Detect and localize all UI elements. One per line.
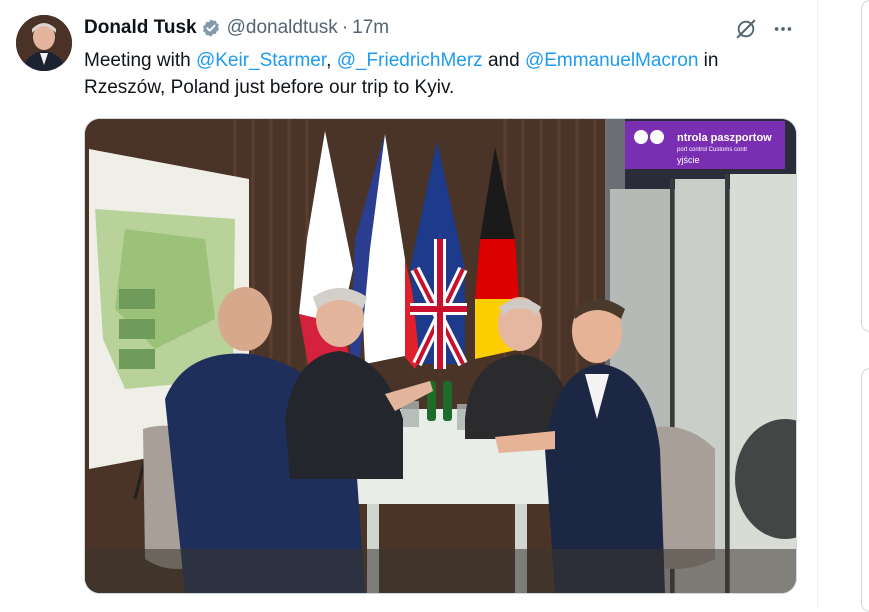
tweet-text-part: , <box>326 50 337 71</box>
sidebar-card-edge <box>861 0 869 332</box>
avatar[interactable] <box>16 15 72 71</box>
sign-text-3: yjście <box>677 155 700 165</box>
timeline-divider <box>817 0 818 610</box>
tweet-photo[interactable]: ntrola paszportow port control Customs c… <box>84 118 797 594</box>
author-handle[interactable]: @donaldtusk <box>227 17 338 39</box>
mention-link[interactable]: @Keir_Starmer <box>196 50 326 71</box>
tweet-header: Donald Tusk @donaldtusk · 17m <box>84 16 389 40</box>
mention-link[interactable]: @_FriedrichMerz <box>337 50 483 71</box>
sidebar-card-edge <box>861 368 869 612</box>
mention-link[interactable]: @EmmanuelMacron <box>525 50 698 71</box>
sign-text-1: ntrola paszportow <box>677 132 772 144</box>
author-name[interactable]: Donald Tusk <box>84 17 197 39</box>
tweet-text-part: and <box>482 50 525 71</box>
timestamp[interactable]: 17m <box>352 17 389 39</box>
verified-badge-icon[interactable] <box>201 18 221 38</box>
grok-icon[interactable] <box>735 18 757 40</box>
more-horizontal-icon[interactable] <box>772 18 794 40</box>
tweet-text-part: Meeting with <box>84 50 196 71</box>
separator-dot: · <box>341 17 349 38</box>
sign-board <box>625 121 785 169</box>
sign-text-2: port control Customs contr <box>677 147 747 153</box>
tweet-text: Meeting with @Keir_Starmer, @_FriedrichM… <box>84 47 794 101</box>
